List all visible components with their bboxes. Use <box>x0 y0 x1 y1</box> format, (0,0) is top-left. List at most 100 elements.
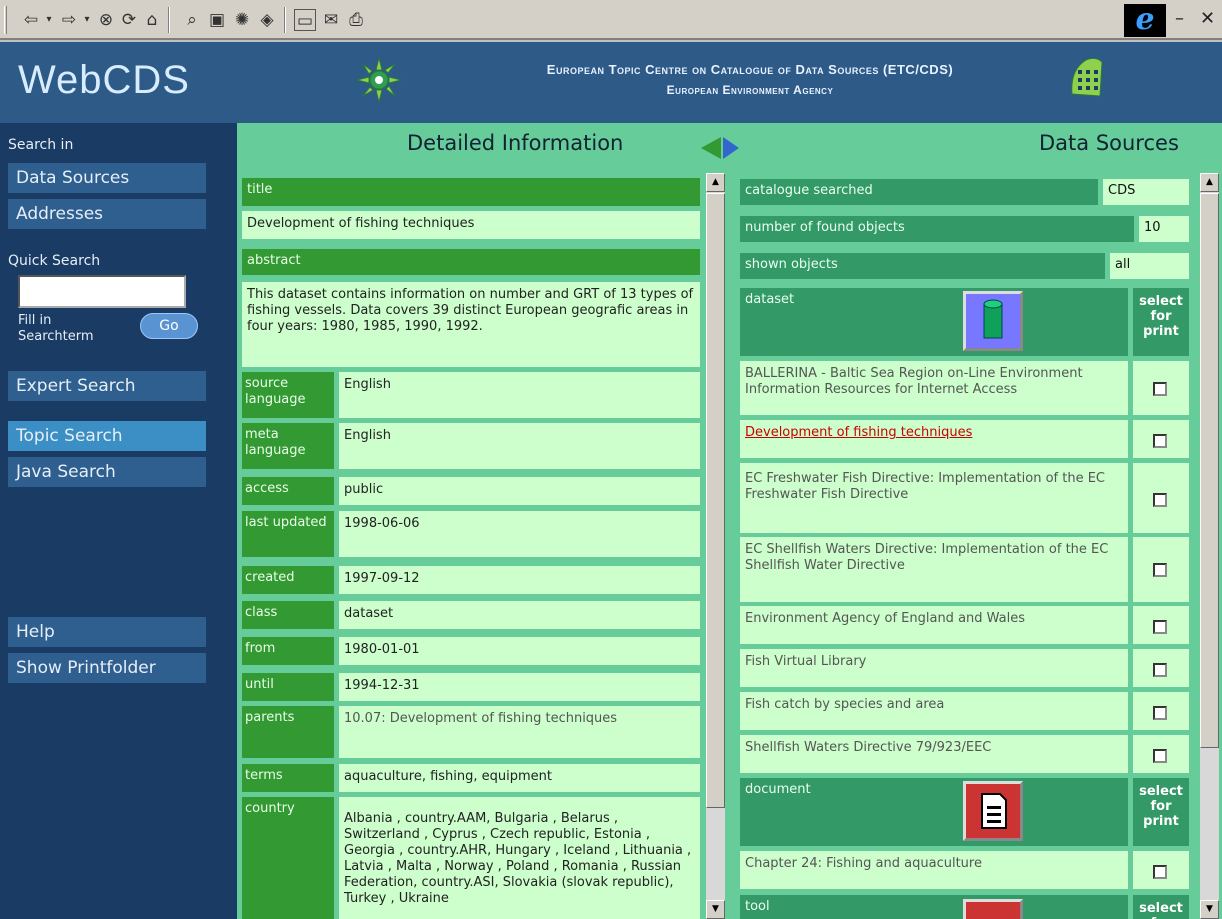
result-item[interactable]: BALLERINA - Baltic Sea Region on-Line En… <box>740 361 1128 415</box>
org-title: European Topic Centre on Catalogue of Da… <box>546 62 954 77</box>
field-value: public <box>339 477 700 505</box>
result-item[interactable]: EC Freshwater Fish Directive: Implementa… <box>740 463 1128 533</box>
field-label: created <box>242 566 334 594</box>
field-label: access <box>242 477 334 505</box>
stop-icon[interactable]: ⊗ <box>95 9 117 31</box>
quick-search-input[interactable] <box>18 275 186 308</box>
scroll-down-icon[interactable]: ▼ <box>706 900 725 919</box>
select-checkbox[interactable] <box>1153 706 1167 720</box>
group-header-document: document <box>740 778 1128 846</box>
group-header-dataset: dataset <box>740 288 1128 356</box>
field-label: meta language <box>242 423 334 469</box>
checkbox-cell <box>1133 649 1189 687</box>
title-label: title <box>242 178 700 206</box>
ie-logo-icon: e <box>1124 4 1166 37</box>
catalogue-searched-label: catalogue searched <box>740 179 1098 205</box>
field-value: 1998-06-06 <box>339 511 700 557</box>
catalogue-searched-value: CDS <box>1103 179 1189 205</box>
select-checkbox[interactable] <box>1153 563 1167 577</box>
sidebar-item-show-printfolder[interactable]: Show Printfolder <box>8 653 206 683</box>
main-area: Detailed Information Data Sources title … <box>237 123 1222 919</box>
parents-link[interactable]: 10.07: Development of fishing techniques <box>339 706 700 758</box>
results-panel-title: Data Sources <box>1039 131 1179 155</box>
field-value: 1980-01-01 <box>339 637 700 665</box>
toolbar-grip <box>4 6 7 34</box>
abstract-label: abstract <box>242 249 700 275</box>
quick-search-label: Quick Search <box>8 253 101 269</box>
abstract-value: This dataset contains information on num… <box>242 282 700 367</box>
select-checkbox[interactable] <box>1153 434 1167 448</box>
scroll-thumb[interactable] <box>1200 193 1219 748</box>
print-icon[interactable]: ⎙ <box>345 9 367 31</box>
result-item[interactable]: Shellfish Waters Directive 79/923/EEC <box>740 735 1128 773</box>
search-icon[interactable]: ⌕ <box>181 9 203 31</box>
agency-title: European Environment Agency <box>666 83 834 97</box>
field-label: class <box>242 601 334 629</box>
sidebar-item-topic-search[interactable]: Topic Search <box>8 421 206 451</box>
field-label: terms <box>242 764 334 792</box>
detail-scrollbar[interactable]: ▲ ▼ <box>706 173 725 919</box>
field-value: aquaculture, fishing, equipment <box>339 764 700 792</box>
field-label: until <box>242 673 334 701</box>
result-item[interactable]: Fish catch by species and area <box>740 692 1128 730</box>
home-icon[interactable]: ⌂ <box>141 9 163 31</box>
sidebar: Search in Data Sources Addresses Quick S… <box>0 123 237 919</box>
checkbox-cell <box>1133 463 1189 533</box>
select-checkbox[interactable] <box>1153 865 1167 879</box>
sidebar-item-help[interactable]: Help <box>8 617 206 647</box>
checkbox-cell <box>1133 735 1189 773</box>
tool-icon[interactable] <box>963 899 1023 919</box>
refresh-icon[interactable]: ⟳ <box>118 9 140 31</box>
scroll-down-icon[interactable]: ▼ <box>1200 900 1219 919</box>
select-checkbox[interactable] <box>1153 493 1167 507</box>
shown-objects-label: shown objects <box>740 253 1105 279</box>
minimize-icon[interactable]: – <box>1175 8 1184 29</box>
field-value: English <box>339 423 700 469</box>
scroll-thumb[interactable] <box>706 193 725 808</box>
sidebar-item-expert-search[interactable]: Expert Search <box>8 371 206 401</box>
result-item[interactable]: Chapter 24: Fishing and aquaculture <box>740 851 1128 889</box>
back-dropdown-icon[interactable]: ▾ <box>38 9 60 31</box>
select-checkbox[interactable] <box>1153 382 1167 396</box>
close-icon[interactable]: ✕ <box>1200 8 1215 29</box>
detail-panel-title: Detailed Information <box>407 131 624 155</box>
browser-toolbar: ⇦ ▾ ⇨ ▾ ⊗ ⟳ ⌂ ⌕ ▣ ✺ ◈ ▭ ✉ ⎙ e – ✕ <box>0 0 1222 40</box>
select-checkbox[interactable] <box>1153 620 1167 634</box>
checkbox-cell <box>1133 361 1189 415</box>
forward-arrow-icon[interactable] <box>723 137 739 159</box>
select-for-print-header: select for print <box>1133 778 1189 846</box>
media-icon[interactable]: ✺ <box>231 9 253 31</box>
history-icon[interactable]: ◈ <box>256 9 278 31</box>
etc-cds-star-icon <box>356 57 402 103</box>
group-header-tool: tool <box>740 895 1128 919</box>
field-label: from <box>242 637 334 665</box>
document-icon[interactable] <box>963 781 1023 841</box>
cylinder-icon[interactable] <box>963 291 1023 351</box>
result-item[interactable]: Fish Virtual Library <box>740 649 1128 687</box>
webcds-logo[interactable]: WebCDS <box>18 58 190 103</box>
scroll-up-icon[interactable]: ▲ <box>706 173 725 192</box>
field-value: dataset <box>339 601 700 629</box>
field-label: last updated <box>242 511 334 557</box>
sidebar-item-java-search[interactable]: Java Search <box>8 457 206 487</box>
back-arrow-icon[interactable] <box>701 137 721 159</box>
go-button[interactable]: Go <box>140 313 198 339</box>
sidebar-item-data-sources[interactable]: Data Sources <box>8 163 206 193</box>
select-checkbox[interactable] <box>1153 663 1167 677</box>
field-value: Albania , country.AAM, Bulgaria , Belaru… <box>339 797 700 919</box>
field-value: 1994-12-31 <box>339 673 700 701</box>
select-checkbox[interactable] <box>1153 749 1167 763</box>
select-for-print-header: select for print <box>1133 288 1189 356</box>
result-item[interactable]: EC Shellfish Waters Directive: Implement… <box>740 537 1128 602</box>
sidebar-item-addresses[interactable]: Addresses <box>8 199 206 229</box>
scroll-up-icon[interactable]: ▲ <box>1200 173 1219 192</box>
result-item-selected[interactable]: Development of fishing techniques <box>740 420 1128 458</box>
result-item[interactable]: Environment Agency of England and Wales <box>740 606 1128 644</box>
field-label: source language <box>242 372 334 418</box>
mail-icon[interactable]: ✉ <box>320 9 342 31</box>
results-scrollbar[interactable]: ▲ ▼ <box>1200 173 1219 919</box>
favorites-icon[interactable]: ▣ <box>206 9 228 31</box>
field-value: English <box>339 372 700 418</box>
shown-objects-value: all <box>1110 253 1189 279</box>
fullscreen-icon[interactable]: ▭ <box>294 9 316 31</box>
